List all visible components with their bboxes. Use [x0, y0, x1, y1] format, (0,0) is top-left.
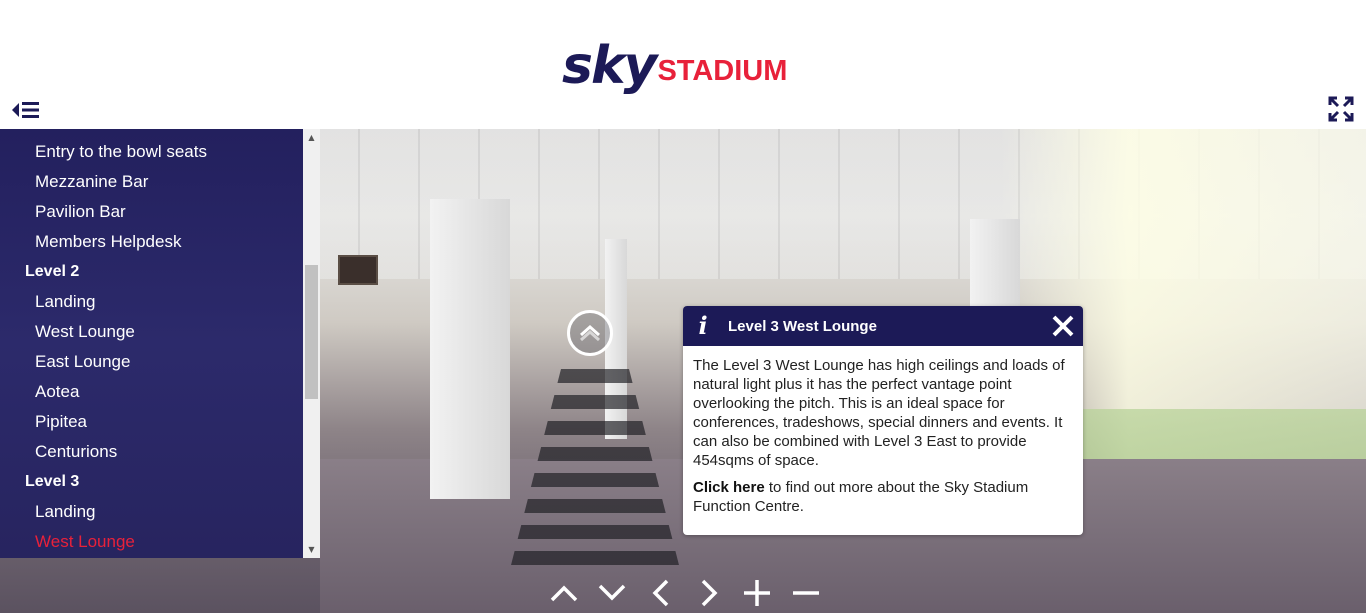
sidebar-item[interactable]: East Lounge [0, 347, 303, 377]
close-icon[interactable] [1051, 314, 1075, 338]
pan-down-icon[interactable] [588, 575, 636, 611]
info-description: The Level 3 West Lounge has high ceiling… [693, 357, 1065, 469]
sidebar-item[interactable]: Mezzanine Bar [0, 167, 303, 197]
location-list: Entry to the bowl seats Mezzanine Bar Pavi… [0, 137, 303, 557]
sidebar-item[interactable]: Landing [0, 497, 303, 527]
navigation-hotspot[interactable] [567, 310, 613, 356]
location-sidebar: Entry to the bowl seats Mezzanine Bar Pavi… [0, 129, 320, 558]
sidebar-item[interactable]: Pavilion Bar [0, 197, 303, 227]
logo-stadium-text: STADIUM [657, 55, 788, 87]
header: sky STADIUM [0, 0, 1366, 129]
info-panel: i Level 3 West Lounge The Level 3 West L… [683, 306, 1083, 535]
info-icon: i [698, 311, 708, 340]
scroll-thumb[interactable] [305, 265, 318, 399]
wall-tv [338, 255, 378, 285]
view-controls [540, 575, 830, 611]
sidebar-item[interactable]: West Lounge [0, 317, 303, 347]
sidebar-heading: Level 3 [25, 473, 80, 490]
sidebar-item[interactable]: Pipitea [0, 407, 303, 437]
zoom-in-icon[interactable] [733, 575, 781, 611]
sky-stadium-logo: sky STADIUM [562, 36, 787, 92]
sidebar-scrollbar[interactable]: ▲ ▼ [303, 129, 320, 558]
pan-up-icon[interactable] [540, 575, 588, 611]
chair-rows [510, 369, 680, 569]
zoom-out-icon[interactable] [782, 575, 830, 611]
sidebar-heading: Level 2 [25, 263, 80, 280]
pan-left-icon[interactable] [637, 575, 685, 611]
info-panel-body: The Level 3 West Lounge has high ceiling… [683, 346, 1083, 516]
fullscreen-icon[interactable] [1328, 96, 1354, 122]
sidebar-item[interactable]: Centurions [0, 437, 303, 467]
sidebar-item[interactable]: Entry to the bowl seats [0, 137, 303, 167]
info-panel-title: Level 3 West Lounge [728, 317, 877, 335]
info-panel-header: i Level 3 West Lounge [683, 306, 1083, 346]
sidebar-item[interactable]: Aotea [0, 377, 303, 407]
sidebar-item[interactable]: Landing [0, 287, 303, 317]
sidebar-item[interactable]: Members Helpdesk [0, 227, 303, 257]
menu-collapse-icon[interactable] [12, 100, 40, 120]
logo-sky-text: sky [562, 36, 657, 96]
info-link-paragraph: Click here to find out more about the Sk… [693, 478, 1073, 516]
sidebar-item[interactable]: West Lounge [0, 527, 303, 557]
scroll-down-arrow-icon[interactable]: ▼ [303, 541, 320, 558]
scroll-up-arrow-icon[interactable]: ▲ [303, 129, 320, 146]
pan-right-icon[interactable] [685, 575, 733, 611]
pillar [430, 199, 510, 499]
click-here-link[interactable]: Click here [693, 479, 765, 496]
